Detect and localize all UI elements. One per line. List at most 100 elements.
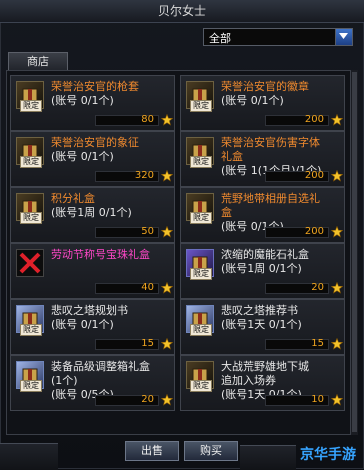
sell-button[interactable]: 出售: [125, 441, 179, 461]
item-name: 积分礼盒 (账号1周 0/1个): [51, 192, 171, 220]
price-value: 80: [141, 114, 154, 125]
points-giftbox-icon: 限定: [16, 193, 44, 224]
grade-adjust-box-icon: 限定: [16, 361, 44, 392]
shop-item-card[interactable]: 限定 荣誉治安官的象征 (账号 0/1个) 320: [10, 131, 175, 187]
price-value: 20: [141, 394, 154, 405]
item-name-line: 劳动节称号宝珠礼盒: [51, 248, 150, 261]
item-limit-text: (账号 0/1个): [221, 94, 284, 107]
item-price: 15: [95, 338, 159, 350]
item-name-line: 荣誉治安官伤害字体: [221, 136, 320, 149]
item-name: 劳动节称号宝珠礼盒: [51, 248, 171, 262]
shop-item-card[interactable]: 限定荣誉治安官伤害字体礼盒(账号 1(1个月)/1个)200: [180, 131, 345, 187]
filter-selected-value: 全部: [209, 32, 231, 45]
shop-item-card[interactable]: 限定 悲叹之塔规划书 (账号 0/1个) 15: [10, 299, 175, 355]
unavailable-x-icon: [16, 249, 44, 277]
item-name: 悲叹之塔规划书 (账号 0/1个): [51, 304, 171, 332]
star-coin-icon: [160, 281, 174, 294]
bottom-left-decor: [0, 443, 58, 470]
item-name-line: 荣誉治安官的象征: [51, 136, 139, 149]
shop-item-card[interactable]: 限定 大战荒野雄地下城 追加入场券 (账号1天 0/1个) 10: [180, 355, 345, 411]
shop-item-card[interactable]: 限定 悲叹之塔推荐书 (账号1天 0/1个) 15: [180, 299, 345, 355]
item-price: 20: [95, 394, 159, 406]
star-coin-icon: [330, 113, 344, 126]
price-value: 320: [134, 170, 154, 181]
limited-badge: 限定: [190, 380, 212, 392]
item-limit-text: (账号1周 0/1个): [51, 206, 132, 219]
price-value: 15: [311, 338, 324, 349]
tower-plan-book-icon: 限定: [16, 305, 44, 336]
sheriff-badge-icon: 限定: [186, 81, 214, 112]
star-coin-icon: [330, 281, 344, 294]
shop-item-card[interactable]: 限定 浓缩的魔能石礼盒 (账号1周 0/1个) 20: [180, 243, 345, 299]
font-giftbox-icon: 限定: [186, 137, 214, 168]
tab-shop[interactable]: 商店: [8, 52, 68, 70]
item-name-line: 浓缩的魔能石礼盒: [221, 248, 309, 261]
star-coin-icon: [330, 393, 344, 406]
price-value: 200: [304, 226, 324, 237]
item-limit-text: (账号1周 0/1个): [221, 262, 302, 275]
item-price: 50: [95, 226, 159, 238]
shop-item-card[interactable]: 劳动节称号宝珠礼盒 40: [10, 243, 175, 299]
item-price: 200: [265, 226, 329, 238]
magic-stone-giftbox-icon: 限定: [186, 249, 214, 280]
item-limit-text: (账号1天 0/1个): [221, 318, 302, 331]
item-limit-text: (账号 0/1个): [51, 150, 114, 163]
price-value: 50: [141, 226, 154, 237]
item-price: 40: [95, 282, 159, 294]
item-limit-text: (账号 0/1个): [51, 318, 114, 331]
limited-badge: 限定: [190, 268, 212, 280]
item-price: 10: [265, 394, 329, 406]
item-name-line: 礼盒: [221, 150, 243, 163]
limited-badge: 限定: [20, 156, 42, 168]
star-coin-icon: [160, 113, 174, 126]
item-name-line: 装备品级调整箱礼盒: [51, 360, 150, 373]
dungeon-ticket-icon: 限定: [186, 361, 214, 392]
item-name-line: 大战荒野雄地下城: [221, 360, 309, 373]
category-filter-select[interactable]: 全部: [203, 28, 353, 46]
star-coin-icon: [160, 225, 174, 238]
limited-badge: 限定: [190, 324, 212, 336]
item-price: 20: [265, 282, 329, 294]
item-price: 15: [265, 338, 329, 350]
scrollbar[interactable]: [351, 70, 358, 435]
album-giftbox-icon: 限定: [186, 193, 214, 224]
tower-recommend-book-icon: 限定: [186, 305, 214, 336]
shop-item-card[interactable]: 限定 荣誉治安官的徽章 (账号 0/1个) 200: [180, 75, 345, 131]
item-name: 荣誉治安官的象征 (账号 0/1个): [51, 136, 171, 164]
item-price: 320: [95, 170, 159, 182]
price-value: 200: [304, 114, 324, 125]
shop-item-card[interactable]: 限定 荒野地带相册自选礼盒 (账号 0/1个) 200: [180, 187, 345, 243]
scrollbar-thumb[interactable]: [352, 72, 357, 432]
limited-badge: 限定: [20, 380, 42, 392]
price-value: 10: [311, 394, 324, 405]
item-price: 200: [265, 114, 329, 126]
price-value: 40: [141, 282, 154, 293]
item-name-line: 荒野地带相册自选礼: [221, 192, 320, 205]
star-coin-icon: [330, 169, 344, 182]
shop-item-card[interactable]: 限定 装备品级调整箱礼盒 (1个) (账号 0/5个) 20: [10, 355, 175, 411]
shop-item-card[interactable]: 限定 荣誉治安官的枪套 (账号 0/1个) 80: [10, 75, 175, 131]
item-limit-text: (账号 0/1个): [51, 94, 114, 107]
star-coin-icon: [160, 169, 174, 182]
limited-badge: 限定: [190, 212, 212, 224]
item-name-line: 荣誉治安官的枪套: [51, 80, 139, 93]
item-name-line: 追加入场券: [221, 374, 276, 387]
buy-button[interactable]: 购买: [184, 441, 238, 461]
star-coin-icon: [330, 225, 344, 238]
star-coin-icon: [160, 393, 174, 406]
price-value: 200: [304, 170, 324, 181]
item-name: 荣誉治安官的枪套 (账号 0/1个): [51, 80, 171, 108]
item-name: 荣誉治安官的徽章 (账号 0/1个): [221, 80, 341, 108]
item-name-line: 积分礼盒: [51, 192, 95, 205]
item-name-line: 荣誉治安官的徽章: [221, 80, 309, 93]
shop-item-card[interactable]: 限定 积分礼盒 (账号1周 0/1个) 50: [10, 187, 175, 243]
item-name-line: 悲叹之塔推荐书: [221, 304, 298, 317]
star-coin-icon: [330, 337, 344, 350]
item-price: 80: [95, 114, 159, 126]
sheriff-emblem-icon: 限定: [16, 137, 44, 168]
item-name-line: 盒: [221, 206, 232, 219]
item-name: 浓缩的魔能石礼盒 (账号1周 0/1个): [221, 248, 341, 276]
limited-badge: 限定: [20, 212, 42, 224]
bottom-right-decor: [240, 445, 296, 470]
chevron-down-icon[interactable]: [335, 29, 352, 45]
